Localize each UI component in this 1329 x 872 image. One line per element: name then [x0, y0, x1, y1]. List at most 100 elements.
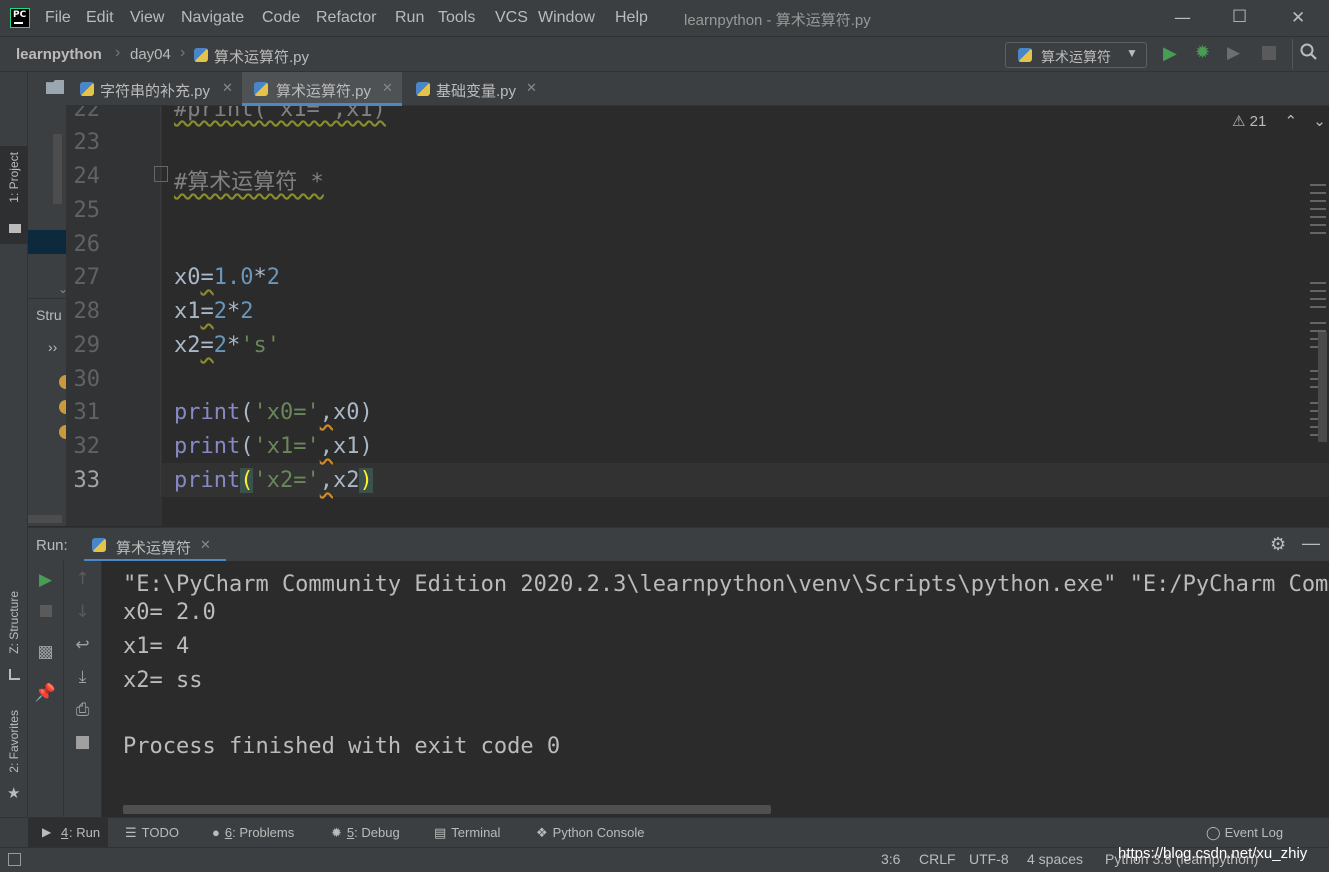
error-stripe-mark[interactable]: [1310, 232, 1326, 234]
tab-basic-variables[interactable]: 基础变量.py ✕: [416, 72, 546, 106]
favorites-tool-window-tab[interactable]: 2: Favorites ★: [0, 702, 28, 812]
restore-layout-icon[interactable]: ▩: [28, 642, 63, 662]
toggle-tool-windows-icon[interactable]: [8, 853, 21, 866]
debug-bug-icon[interactable]: ✹: [1195, 42, 1210, 63]
file-encoding[interactable]: UTF-8: [969, 851, 1009, 867]
error-stripe-mark[interactable]: [1310, 184, 1326, 186]
menu-refactor[interactable]: Refactor: [316, 9, 376, 27]
next-highlight-icon[interactable]: ⌄: [1313, 113, 1326, 130]
indent-setting[interactable]: 4 spaces: [1027, 851, 1083, 867]
soft-wrap-icon[interactable]: ↩: [64, 635, 101, 655]
code-line-22[interactable]: #print('x1=',x1): [174, 106, 386, 122]
error-stripe-mark[interactable]: [1310, 216, 1326, 218]
project-panel: ⌄: [28, 72, 68, 298]
run-tab-label: 算术运算符: [116, 540, 192, 557]
tab-string-supplement[interactable]: 字符串的补充.py ✕: [80, 72, 240, 106]
close-tab-icon[interactable]: ✕: [526, 80, 537, 96]
error-stripe-mark[interactable]: [1310, 322, 1326, 324]
close-tab-icon[interactable]: ✕: [382, 80, 393, 96]
error-stripe-mark[interactable]: [1310, 290, 1326, 292]
problems-tool-window-button[interactable]: ● 6: Problems: [212, 825, 294, 840]
expand-icon[interactable]: ››: [48, 339, 57, 355]
code-line-31[interactable]: print('x0=',x0): [174, 400, 373, 425]
error-stripe-mark[interactable]: [1310, 224, 1326, 226]
run-tool-window-button[interactable]: ▶ 4 : Run: [28, 818, 108, 848]
error-stripe-mark[interactable]: [1310, 306, 1326, 308]
run-tab[interactable]: 算术运算符 ✕: [84, 528, 226, 562]
project-tool-window-tab[interactable]: 1: Project: [0, 146, 28, 244]
event-log-button[interactable]: ◯ Event Log: [1206, 825, 1283, 841]
line-separator[interactable]: CRLF: [919, 851, 956, 867]
coverage-icon[interactable]: ▶: [1227, 43, 1240, 63]
menu-file[interactable]: File: [45, 9, 71, 27]
debug-tool-window-button[interactable]: ✹ 5: Debug: [331, 825, 400, 841]
menu-help[interactable]: Help: [615, 9, 648, 27]
breadcrumb-file[interactable]: 算术运算符.py: [214, 46, 309, 67]
caret-position[interactable]: 3:6: [881, 851, 900, 867]
code-line-32[interactable]: print('x1=',x1): [174, 434, 373, 459]
close-run-tab-icon[interactable]: ✕: [200, 537, 211, 553]
error-stripe-mark[interactable]: [1310, 282, 1326, 284]
todo-tool-window-button[interactable]: ☰ TODO: [125, 825, 179, 841]
hide-panel-icon[interactable]: —: [1302, 533, 1320, 554]
rerun-icon[interactable]: ▶: [28, 570, 63, 590]
menu-view[interactable]: View: [130, 9, 164, 27]
fold-marker-icon[interactable]: [154, 166, 168, 182]
code-line-33[interactable]: print('x2=',x2): [174, 468, 373, 493]
breadcrumb-project[interactable]: learnpython: [16, 46, 102, 63]
code-line-28[interactable]: x1=2*2: [174, 299, 254, 324]
editor-scrollbar[interactable]: [1318, 332, 1327, 442]
maximize-icon[interactable]: ☐: [1232, 7, 1247, 27]
console-horizontal-scrollbar[interactable]: [123, 805, 771, 814]
arrow-down-icon[interactable]: ↓: [64, 602, 101, 622]
python-console-tool-window-button[interactable]: ❖ Python Console: [536, 825, 644, 841]
menu-run[interactable]: Run: [395, 9, 424, 27]
run-icon[interactable]: ▶: [1163, 43, 1177, 64]
stop-icon[interactable]: [40, 605, 52, 617]
event-log-icon: ◯: [1206, 825, 1221, 840]
stop-icon[interactable]: [1262, 46, 1276, 60]
code-line-24[interactable]: #算术运算符 *: [174, 164, 324, 196]
scroll-to-end-icon[interactable]: ⤓: [64, 667, 101, 687]
close-window-icon[interactable]: ✕: [1291, 8, 1305, 28]
code-editor[interactable]: 22 23 24 25 26 27 28 29 30 31 32 33 #pri…: [66, 106, 1329, 526]
selected-tree-row[interactable]: [28, 230, 66, 254]
panel-scrollbar[interactable]: [28, 515, 62, 523]
info-icon: ●: [212, 825, 220, 840]
close-tab-icon[interactable]: ✕: [222, 80, 233, 96]
arrow-up-icon[interactable]: ↑: [64, 569, 101, 589]
line-number: 30: [73, 367, 101, 392]
project-tab-label: 1: Project: [7, 152, 21, 203]
menu-vcs[interactable]: VCS: [495, 9, 528, 27]
panel-scrollbar[interactable]: [53, 134, 62, 204]
structure-panel: Stru ››: [28, 298, 67, 526]
gear-icon[interactable]: ⚙: [1270, 534, 1286, 555]
menu-tools[interactable]: Tools: [438, 9, 475, 27]
breadcrumb-folder[interactable]: day04: [130, 46, 171, 63]
code-line-29[interactable]: x2=2*'s': [174, 333, 280, 358]
tab-arithmetic-operators[interactable]: 算术运算符.py ✕: [242, 72, 402, 106]
error-stripe-mark[interactable]: [1310, 200, 1326, 202]
structure-tool-window-tab[interactable]: Z: Structure: [0, 577, 28, 687]
print-icon[interactable]: ⎙: [64, 700, 101, 720]
terminal-tool-window-button[interactable]: ▤ Terminal: [434, 825, 500, 841]
error-stripe-mark[interactable]: [1310, 298, 1326, 300]
search-icon[interactable]: [1300, 43, 1317, 60]
inspection-widget[interactable]: ⚠ 21 ⌃ ⌄: [1232, 112, 1326, 130]
minimize-icon[interactable]: —: [1174, 8, 1191, 28]
run-configuration-dropdown[interactable]: 算术运算符 ▼: [1005, 42, 1147, 68]
menu-window[interactable]: Window: [538, 9, 595, 27]
menu-code[interactable]: Code: [262, 9, 300, 27]
run-configuration-label: 算术运算符: [1041, 49, 1111, 65]
code-line-27[interactable]: x0=1.0*2: [174, 265, 280, 290]
run-icon: ▶: [42, 825, 52, 839]
pin-tab-icon[interactable]: 📌: [28, 683, 63, 703]
trash-icon[interactable]: ■: [64, 732, 101, 752]
console-output[interactable]: "E:\PyCharm Community Edition 2020.2.3\l…: [102, 561, 1329, 817]
menu-edit[interactable]: Edit: [86, 9, 114, 27]
error-stripe-mark[interactable]: [1310, 208, 1326, 210]
python-file-icon: [194, 48, 208, 62]
error-stripe-mark[interactable]: [1310, 192, 1326, 194]
menu-navigate[interactable]: Navigate: [181, 9, 244, 27]
previous-highlight-icon[interactable]: ⌃: [1284, 113, 1297, 130]
